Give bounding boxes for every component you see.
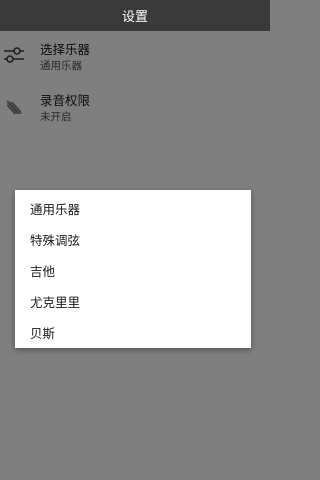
option-ukulele[interactable]: 尤克里里	[15, 286, 251, 316]
option-special-tuning[interactable]: 特殊调弦	[15, 224, 251, 254]
instrument-picker-dialog: 通用乐器 特殊调弦 吉他 尤克里里 贝斯	[15, 190, 251, 348]
option-guitar[interactable]: 吉他	[15, 255, 251, 285]
option-bass[interactable]: 贝斯	[15, 317, 251, 347]
option-general-instrument[interactable]: 通用乐器	[15, 193, 251, 223]
page-title: 设置	[121, 10, 148, 25]
settings-screen: 设置 选择乐器 通用乐器 录音权限 未开启 通用乐器 特殊调弦	[0, 0, 270, 480]
title-bar: 设置	[0, 0, 270, 31]
